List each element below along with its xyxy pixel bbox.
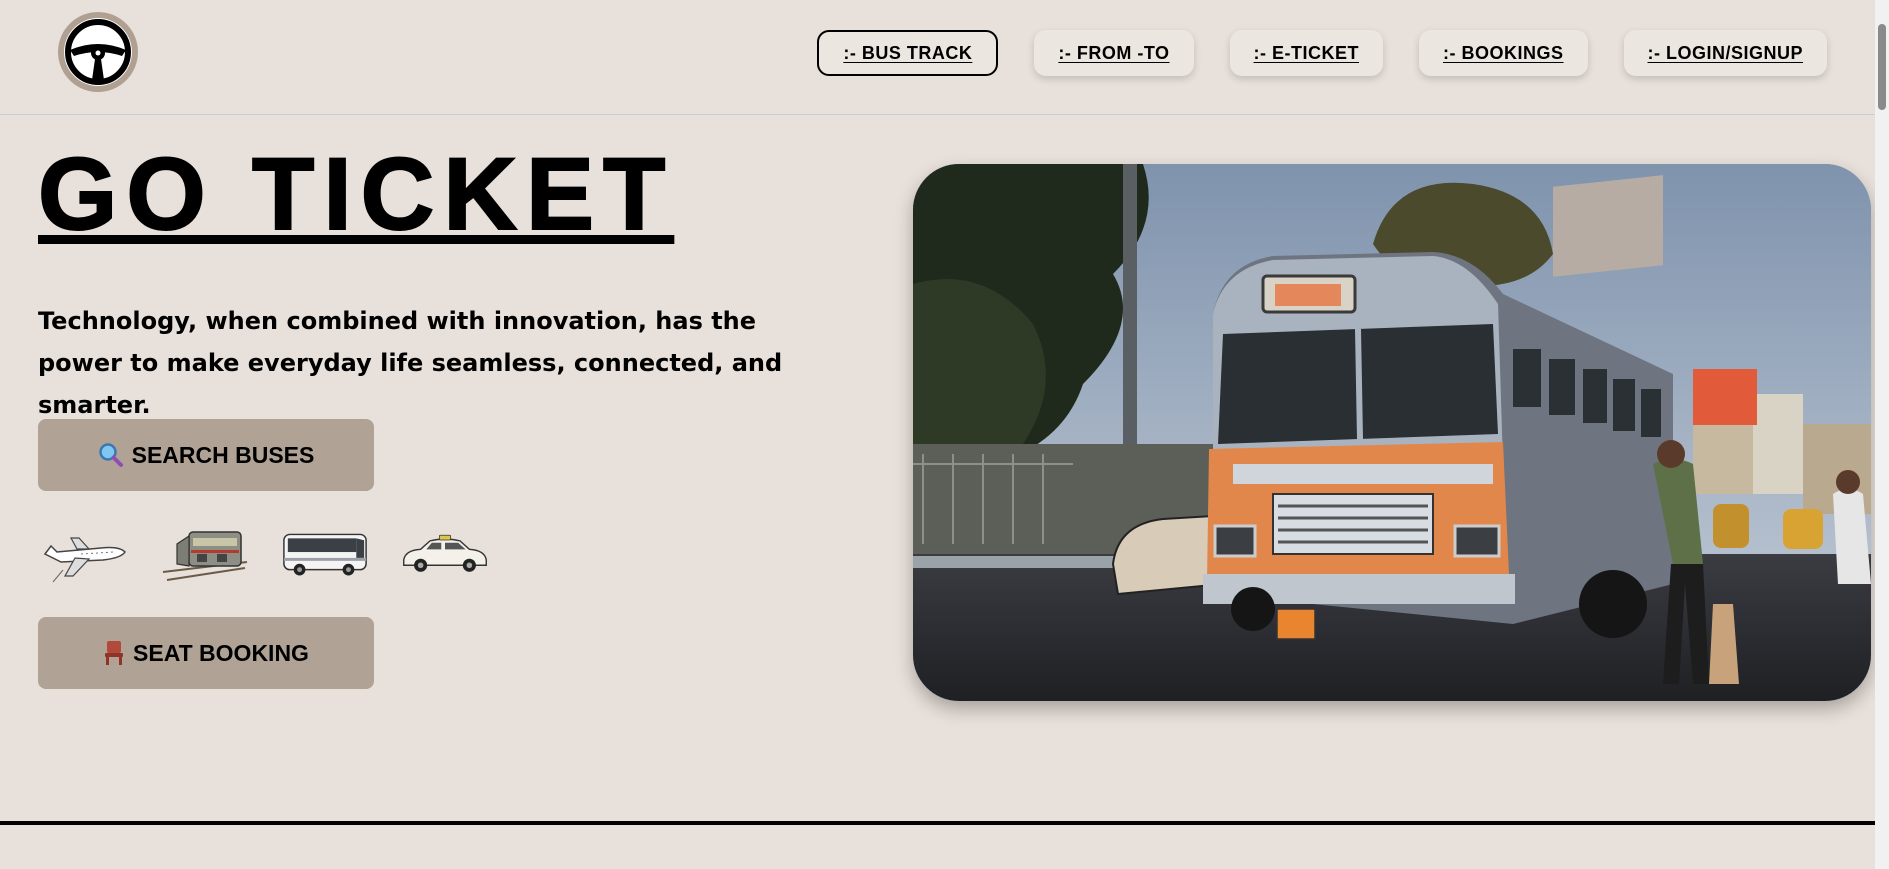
- transport-modes: [40, 520, 490, 588]
- magnifier-icon: [98, 442, 124, 468]
- steering-wheel-icon: [64, 18, 132, 86]
- tagline: Technology, when combined with innovatio…: [38, 307, 783, 419]
- page: :- BUS TRACK :- FROM -TO :- E-TICKET :- …: [0, 0, 1889, 869]
- nav-login-signup-button[interactable]: :- LOGIN/SIGNUP: [1623, 30, 1827, 76]
- seat-booking-label: SEAT BOOKING: [133, 639, 309, 666]
- train-icon: [160, 520, 250, 588]
- page-scrollbar[interactable]: [1875, 0, 1889, 869]
- main-nav: :- BUS TRACK :- FROM -TO :- E-TICKET :- …: [817, 30, 1827, 76]
- logo[interactable]: [58, 12, 138, 92]
- nav-bookings-button[interactable]: :- BOOKINGS: [1419, 30, 1588, 76]
- seat-booking-button[interactable]: SEAT BOOKING: [38, 617, 374, 689]
- nav-from-to-button[interactable]: :- FROM -TO: [1034, 30, 1194, 76]
- header: :- BUS TRACK :- FROM -TO :- E-TICKET :- …: [0, 0, 1889, 115]
- nav-e-ticket-button[interactable]: :- E-TICKET: [1229, 30, 1383, 76]
- hero-bus-photo: [913, 164, 1871, 701]
- scrollbar-thumb[interactable]: [1878, 24, 1886, 110]
- chair-icon: [103, 640, 125, 666]
- page-title: GO TICKET: [37, 137, 675, 251]
- airplane-icon: [40, 520, 130, 588]
- bus-icon: [280, 520, 370, 588]
- taxi-icon: [400, 520, 490, 588]
- search-buses-button[interactable]: SEARCH BUSES: [38, 419, 374, 491]
- nav-bus-track-button[interactable]: :- BUS TRACK: [817, 30, 999, 76]
- section-divider: [0, 821, 1889, 825]
- search-buses-label: SEARCH BUSES: [131, 441, 315, 468]
